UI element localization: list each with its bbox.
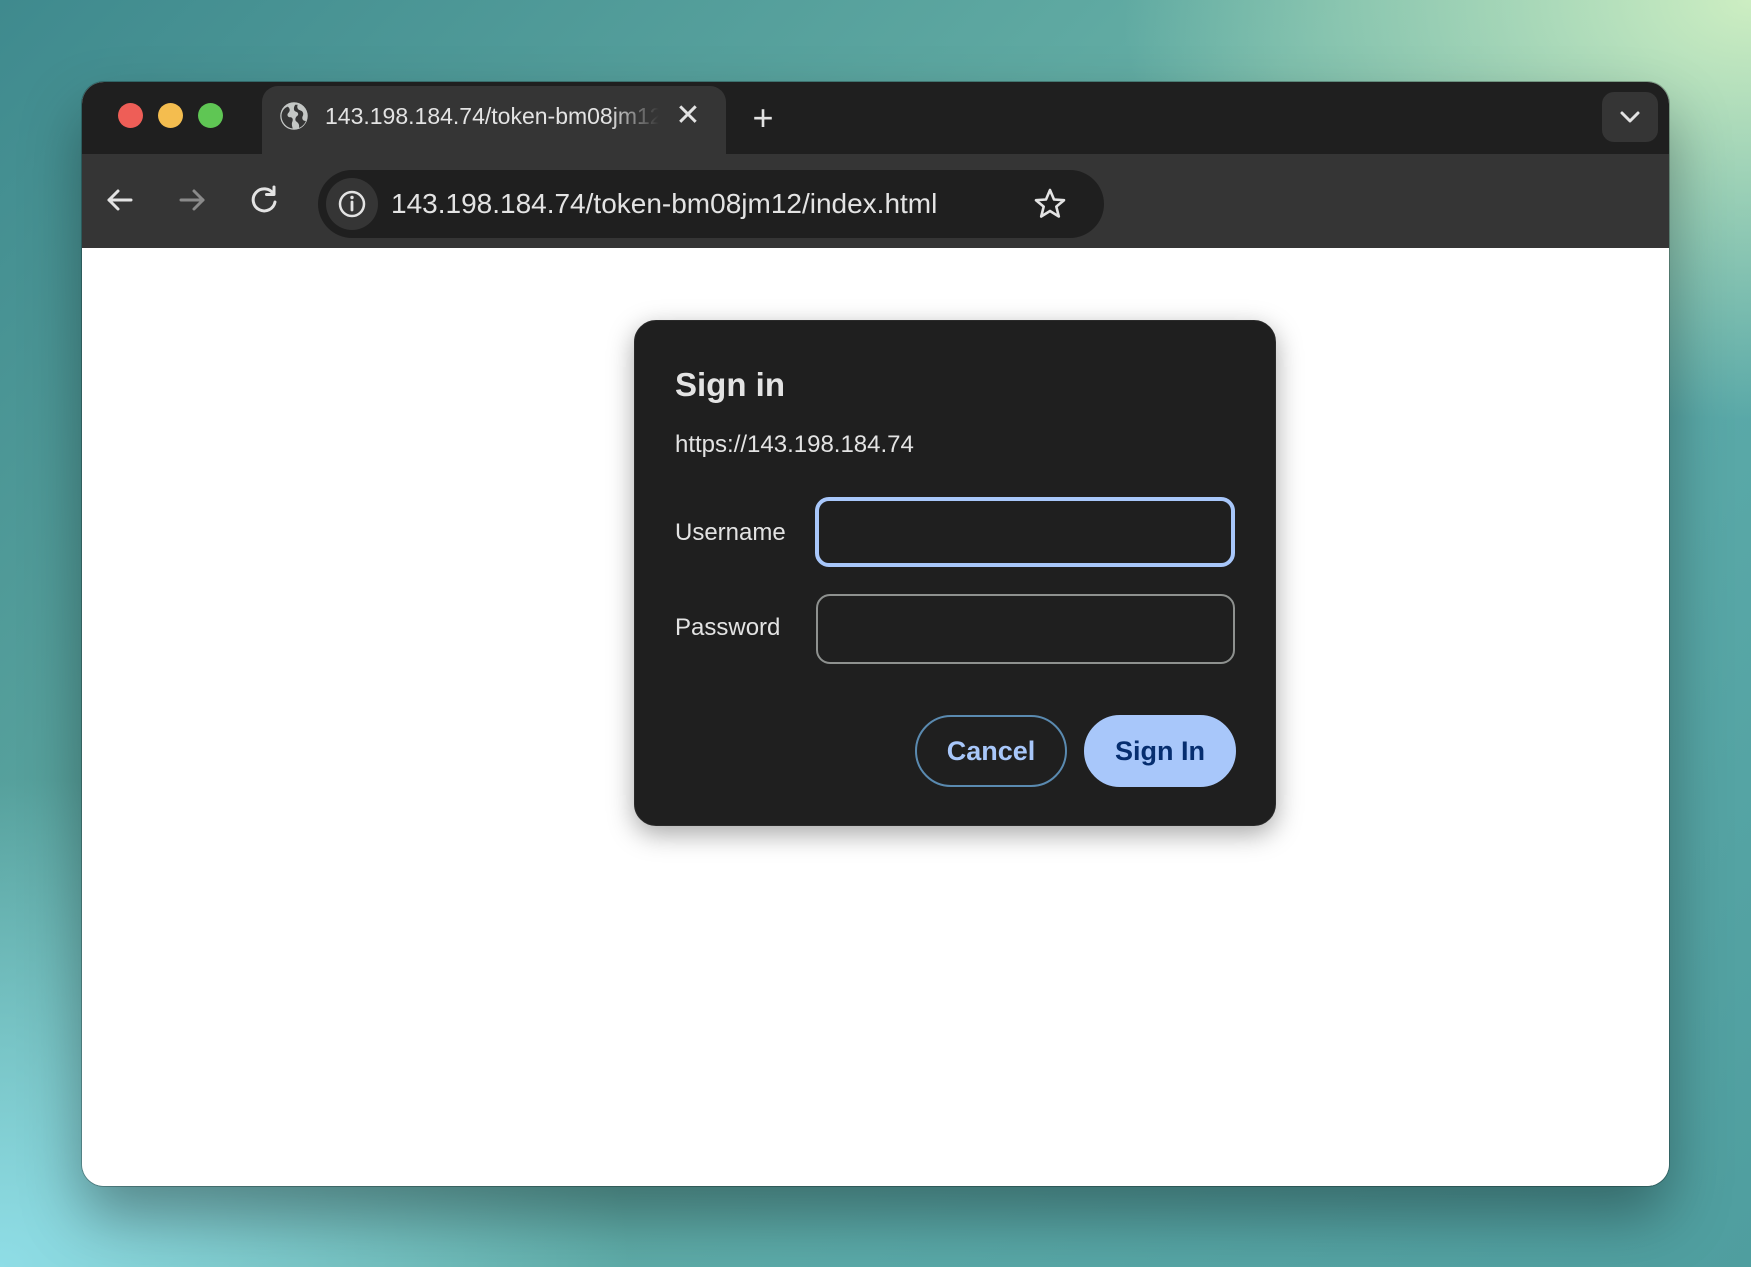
url-text[interactable]: 143.198.184.74/token-bm08jm12/index.html <box>391 186 937 222</box>
star-icon[interactable] <box>1030 184 1070 224</box>
site-info-button[interactable] <box>326 178 378 230</box>
minimize-window-button[interactable] <box>158 103 183 128</box>
tab-title: 143.198.184.74/token-bm08jm12/index.html <box>325 103 659 129</box>
address-bar[interactable]: 143.198.184.74/token-bm08jm12/index.html <box>318 170 1104 238</box>
browser-tab[interactable]: 143.198.184.74/token-bm08jm12/index.html… <box>262 86 726 154</box>
tab-close-icon[interactable]: ✕ <box>670 98 706 134</box>
reload-icon[interactable] <box>242 178 286 222</box>
dialog-title: Sign in <box>675 366 785 403</box>
arrow-left-icon[interactable] <box>98 178 142 222</box>
username-field[interactable] <box>815 497 1235 567</box>
tab-search-button[interactable] <box>1602 92 1658 142</box>
info-icon <box>338 190 366 218</box>
browser-window: 143.198.184.74/token-bm08jm12/index.html… <box>82 82 1669 1186</box>
password-label: Password <box>675 614 781 641</box>
browser-toolbar: 143.198.184.74/token-bm08jm12/index.html <box>82 154 1669 248</box>
close-window-button[interactable] <box>118 103 143 128</box>
new-tab-button[interactable]: + <box>743 98 783 138</box>
chevron-down-icon <box>1620 111 1640 123</box>
zoom-window-button[interactable] <box>198 103 223 128</box>
arrow-right-icon[interactable] <box>170 178 214 222</box>
sign-in-button[interactable]: Sign In <box>1084 715 1236 787</box>
globe-icon <box>280 102 308 130</box>
tab-strip: 143.198.184.74/token-bm08jm12/index.html… <box>82 82 1669 154</box>
sign-in-dialog: Sign in https://143.198.184.74 Username … <box>634 320 1276 826</box>
username-label: Username <box>675 519 786 546</box>
cancel-button[interactable]: Cancel <box>915 715 1067 787</box>
password-field[interactable] <box>816 594 1235 664</box>
dialog-origin: https://143.198.184.74 <box>675 431 914 458</box>
